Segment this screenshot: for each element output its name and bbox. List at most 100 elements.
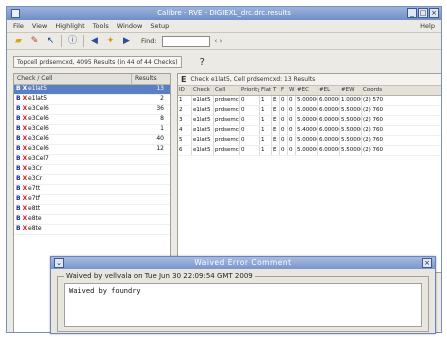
result-cell: 6 [178, 146, 192, 155]
window-title: Calibre - RVE - DIGIEXL_drc.drc.results [157, 9, 291, 17]
check-status-x-icon: X [22, 175, 28, 182]
check-result-count: 8 [160, 115, 164, 122]
result-cell: 5.50000 [341, 106, 362, 115]
check-row[interactable]: B Xe3Cel6 36 [14, 105, 170, 115]
check-status-x-icon: X [22, 165, 28, 172]
result-row[interactable]: 3e1lat5prdsemcxd01E005.000006.000005.500… [178, 116, 441, 126]
result-row[interactable]: 2e1lat5prdsemcxd01E005.000006.000005.500… [178, 106, 441, 116]
find-nav-icon[interactable]: ‹ › [215, 37, 223, 45]
result-cell: 5.00000 [297, 146, 318, 155]
results-column-header[interactable]: F [280, 86, 288, 95]
maximize-icon[interactable]: □ [418, 8, 428, 18]
check-status-marks: B X [14, 175, 28, 184]
close-icon[interactable]: × [429, 8, 439, 18]
check-row[interactable]: B Xe8tt [14, 205, 170, 215]
check-result-count [132, 185, 170, 194]
result-cell: 0 [240, 116, 260, 125]
result-cell: E [272, 146, 280, 155]
prev-result-icon[interactable]: ◀ [89, 36, 100, 47]
results-title: Check e1lat5, Cell prdsemcxd: 13 Results [190, 76, 316, 83]
check-row[interactable]: B Xe1lat5 13 [14, 85, 170, 95]
check-name: e1lat5 [28, 95, 48, 102]
menu-help[interactable]: Help [420, 22, 435, 30]
result-cell: (2) 570 [363, 97, 384, 103]
result-cell: 3 [178, 116, 192, 125]
highlight-icon[interactable]: ✦ [105, 36, 116, 47]
results-column-header[interactable]: #EC [296, 86, 318, 95]
waiver-comment-text[interactable]: Waived by foundry [64, 283, 422, 327]
next-result-icon[interactable]: ▶ [121, 36, 132, 47]
select-arrow-icon[interactable]: ↖ [45, 36, 56, 47]
result-row[interactable]: 4e1lat5prdsemcxd01E005.400006.000005.500… [178, 126, 441, 136]
check-row[interactable]: B Xe8te [14, 215, 170, 225]
menu-tools[interactable]: Tools [93, 22, 109, 30]
result-cell: 6.00000 [319, 106, 340, 115]
result-cell: prdsemcxd [215, 136, 240, 145]
menu-highlight[interactable]: Highlight [55, 22, 84, 30]
check-name: e3Cr [28, 165, 43, 172]
result-cell: e1lat5 [192, 126, 214, 135]
check-name: e3Cel7 [28, 155, 49, 162]
check-row[interactable]: B Xe3Cel6 40 [14, 135, 170, 145]
waiver-group: Waived by vellvala on Tue Jun 30 22:09:5… [57, 272, 429, 332]
result-row[interactable]: 1e1lat5prdsemcxd01E005.000006.000001.000… [178, 96, 441, 106]
menu-setup[interactable]: Setup [150, 22, 169, 30]
results-column-header[interactable]: Cell [214, 86, 240, 95]
check-row[interactable]: B Xe3Cr [14, 175, 170, 185]
check-row[interactable]: B Xe7tf [14, 195, 170, 205]
pencil-icon[interactable]: ✎ [29, 36, 40, 47]
result-row[interactable]: 6e1lat5prdsemcxd01E005.000006.000005.500… [178, 146, 441, 156]
check-name: e3Cel6 [28, 105, 49, 112]
check-status-x-icon: X [22, 115, 28, 122]
check-status-b-icon: B [16, 185, 21, 192]
check-status-b-icon: B [16, 115, 21, 122]
dialog-close-icon[interactable]: × [422, 258, 432, 268]
check-row[interactable]: B Xe7tt [14, 185, 170, 195]
info-icon[interactable]: ⓘ [67, 36, 78, 47]
results-column-header[interactable]: Flat [260, 86, 272, 95]
check-row[interactable]: B Xe8te [14, 225, 170, 235]
check-row[interactable]: B Xe3Cel6 12 [14, 145, 170, 155]
results-column-header[interactable]: #EL [318, 86, 340, 95]
result-cell: 0 [288, 146, 296, 155]
check-row[interactable]: B Xe1lat5 2 [14, 95, 170, 105]
menu-view[interactable]: View [32, 22, 47, 30]
result-cell: 0 [288, 106, 296, 115]
result-cell: 0 [280, 106, 288, 115]
results-column-header[interactable]: ID [178, 86, 192, 95]
check-row[interactable]: B Xe3Cr [14, 165, 170, 175]
check-result-count [132, 225, 170, 234]
menu-window[interactable]: Window [117, 22, 143, 30]
results-column-header[interactable]: Priority [240, 86, 260, 95]
check-row[interactable]: B Xe3Cel6 8 [14, 115, 170, 125]
results-column-header[interactable]: W [288, 86, 296, 95]
result-cell: e1lat5 [192, 106, 214, 115]
menu-file[interactable]: File [13, 22, 24, 30]
check-result-count: 13 [156, 85, 164, 92]
check-status-marks: B X [14, 195, 28, 204]
result-row[interactable]: 5e1lat5prdsemcxd01E005.000006.000005.500… [178, 136, 441, 146]
open-folder-icon[interactable]: ▰ [13, 36, 24, 47]
check-status-marks: B X [14, 85, 28, 94]
check-name: e3Cel6 [28, 145, 49, 152]
results-column-header[interactable]: Results [132, 74, 170, 84]
check-cell-column-header[interactable]: Check / Cell [14, 74, 132, 84]
minimize-icon[interactable]: _ [407, 8, 417, 18]
results-column-header[interactable]: Coords [362, 86, 441, 95]
result-cell: 1 [178, 96, 192, 105]
results-column-header[interactable]: T [272, 86, 280, 95]
check-row[interactable]: B Xe3Cel7 [14, 155, 170, 165]
help-question-icon[interactable]: ? [200, 57, 205, 68]
result-cell: 5.40000 [297, 126, 318, 135]
check-status-b-icon: B [16, 225, 21, 232]
check-row[interactable]: B Xe3Cel6 1 [14, 125, 170, 135]
results-column-header[interactable]: Check [192, 86, 214, 95]
result-cell: 0 [280, 146, 288, 155]
find-input[interactable] [161, 35, 210, 47]
results-column-header[interactable]: #EW [340, 86, 362, 95]
check-status-marks: B X [14, 95, 28, 104]
check-status-b-icon: B [16, 175, 21, 182]
check-status-b-icon: B [16, 145, 21, 152]
window-controls: _ □ × [407, 8, 439, 18]
check-result-count: 1 [160, 125, 164, 132]
